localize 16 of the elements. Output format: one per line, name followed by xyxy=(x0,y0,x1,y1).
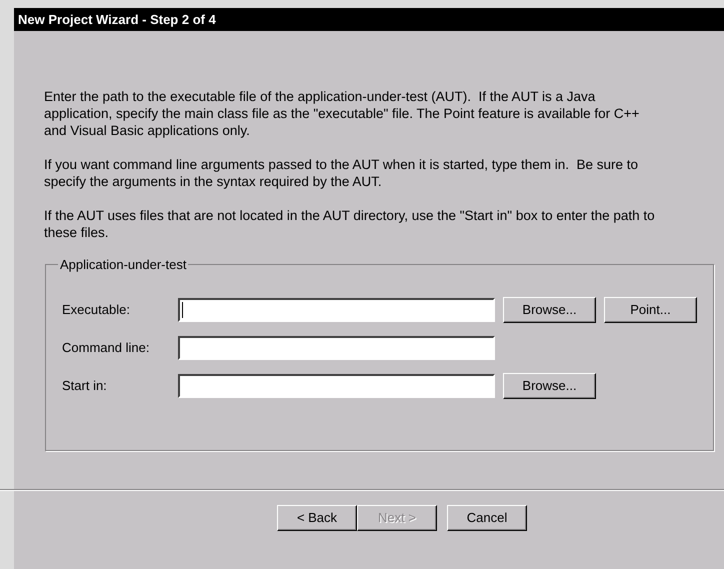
field-label: Executable: xyxy=(62,300,131,319)
cancel-button[interactable]: Cancel xyxy=(447,505,527,531)
instruction-text: If the AUT uses files that are not located in the AUT directory, use the "Start in" box to enter the path to these files. xyxy=(44,207,656,241)
input-field[interactable] xyxy=(178,298,495,322)
input-field[interactable] xyxy=(178,336,495,360)
field-label: Command line: xyxy=(62,338,150,357)
instruction-text: If you want command line arguments passed to the AUT when it is started, type them in. Be sure to specify the arguments in the syntax required by the AUT. xyxy=(44,156,640,190)
back-button[interactable]: < Back xyxy=(277,505,357,531)
input-field[interactable] xyxy=(178,374,495,398)
instruction-text: Enter the path to the executable file of the application-under-test (AUT). If the AUT is a Java application, specify the main class file as the "executable" file. The Point feature is available for C++ and Visual Basic applications only. xyxy=(44,88,640,139)
group-title: Application-under-test xyxy=(59,256,188,274)
browse-button[interactable]: Browse... xyxy=(503,372,596,398)
browse-button[interactable]: Browse... xyxy=(503,296,596,322)
field-label: Start in: xyxy=(62,376,108,395)
window-title: New Project Wizard - Step 2 of 4 xyxy=(14,8,724,31)
point-button[interactable]: Point... xyxy=(604,296,697,322)
